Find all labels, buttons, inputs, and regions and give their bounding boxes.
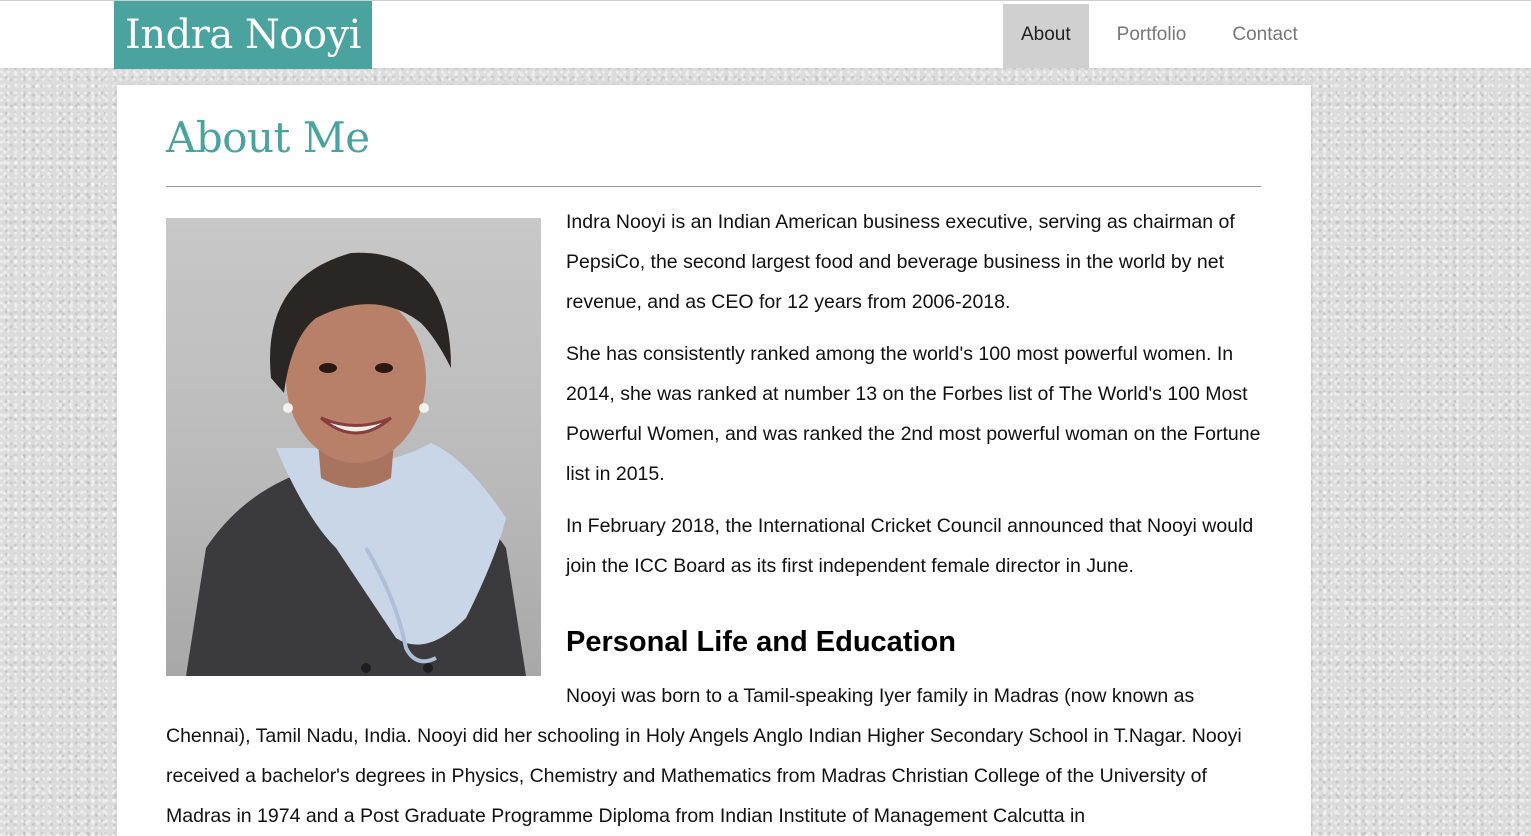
title-divider xyxy=(166,186,1261,187)
nav-link-portfolio[interactable]: Portfolio xyxy=(1099,4,1205,68)
education-paragraph: Nooyi was born to a Tamil-speaking Iyer … xyxy=(166,685,1242,827)
content-card: About Me Indra Nooyi is an Indian Americ… xyxy=(117,85,1311,836)
nav-link-about[interactable]: About xyxy=(1003,4,1089,68)
nav-link-contact[interactable]: Contact xyxy=(1214,4,1315,68)
nav-links: About Portfolio Contact xyxy=(1003,4,1326,68)
article-body: Indra Nooyi is an Indian American busine… xyxy=(166,202,1261,836)
top-navbar: Indra Nooyi About Portfolio Contact xyxy=(0,0,1531,69)
page-title: About Me xyxy=(166,113,370,162)
brand-logo[interactable]: Indra Nooyi xyxy=(114,1,372,69)
portrait-image xyxy=(166,218,541,676)
